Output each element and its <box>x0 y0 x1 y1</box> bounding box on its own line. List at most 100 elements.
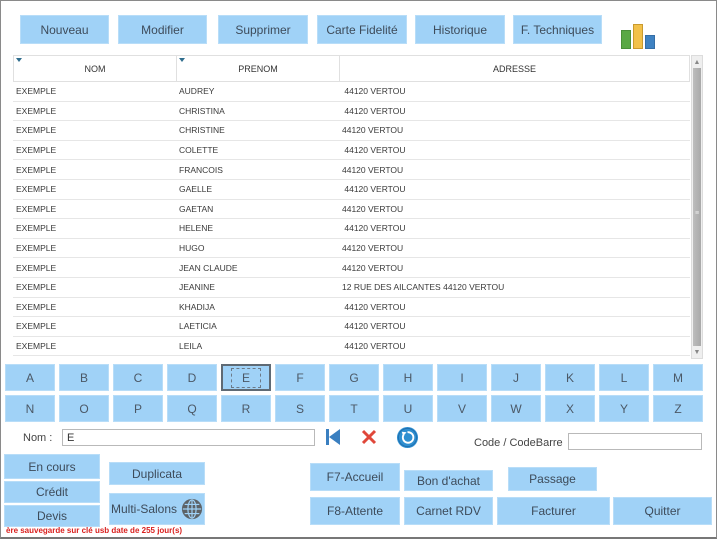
letter-button-r[interactable]: R <box>221 395 271 422</box>
skip-to-first-icon[interactable] <box>325 428 341 446</box>
clear-icon[interactable] <box>360 428 378 446</box>
table-scrollbar[interactable]: ▲ ≡ ▼ <box>691 55 703 359</box>
cell-prenom: JEANINE <box>179 282 215 293</box>
table-row[interactable]: EXEMPLE HELENE 44120 VERTOU <box>13 219 690 239</box>
devis-label: Devis <box>36 509 67 523</box>
cell-adresse: 44120 VERTOU <box>342 184 406 195</box>
nom-input[interactable] <box>62 429 315 446</box>
letter-label: O <box>79 401 89 416</box>
cell-nom: EXEMPLE <box>16 145 57 156</box>
cell-prenom: LAETICIA <box>179 321 217 332</box>
letter-button-t[interactable]: T <box>329 395 379 422</box>
table-row[interactable]: EXEMPLE GAELLE 44120 VERTOU <box>13 180 690 200</box>
duplicata-button[interactable]: Duplicata <box>109 462 205 485</box>
letter-button-h[interactable]: H <box>383 364 433 391</box>
letter-button-x[interactable]: X <box>545 395 595 422</box>
scroll-thumb[interactable] <box>693 68 701 346</box>
table-row[interactable]: EXEMPLE HUGO 44120 VERTOU <box>13 239 690 259</box>
quitter-button[interactable]: Quitter <box>613 497 712 525</box>
modifier-button[interactable]: Modifier <box>118 15 207 44</box>
cell-prenom: LEILA <box>179 341 203 352</box>
facturer-button[interactable]: Facturer <box>497 497 610 525</box>
table-row[interactable]: EXEMPLE FRANCOIS 44120 VERTOU <box>13 160 690 180</box>
column-header-nom[interactable]: NOM <box>14 56 177 81</box>
client-table: NOM PRENOM ADRESSE EXEMPLE AUDREY 44120 V… <box>13 55 690 359</box>
f-techniques-button[interactable]: F. Techniques <box>513 15 602 44</box>
table-row[interactable]: EXEMPLE JEAN CLAUDE 44120 VERTOU <box>13 258 690 278</box>
letter-button-n[interactable]: N <box>5 395 55 422</box>
letter-button-s[interactable]: S <box>275 395 325 422</box>
letter-button-y[interactable]: Y <box>599 395 649 422</box>
table-row[interactable]: EXEMPLE GAETAN 44120 VERTOU <box>13 200 690 220</box>
letter-button-w[interactable]: W <box>491 395 541 422</box>
nouveau-button[interactable]: Nouveau <box>20 15 109 44</box>
sort-indicator-icon <box>16 58 22 62</box>
cell-adresse: 44120 VERTOU <box>342 125 404 136</box>
letter-button-m[interactable]: M <box>653 364 703 391</box>
letter-button-d[interactable]: D <box>167 364 217 391</box>
table-row[interactable]: EXEMPLE KHADIJA 44120 VERTOU <box>13 298 690 318</box>
letter-button-z[interactable]: Z <box>653 395 703 422</box>
cell-prenom: HUGO <box>179 243 205 254</box>
table-row[interactable]: EXEMPLE COLETTE 44120 VERTOU <box>13 141 690 161</box>
table-row[interactable]: EXEMPLE JEANINE 12 RUE DES AILCANTES 44120… <box>13 278 690 298</box>
historique-button[interactable]: Historique <box>415 15 505 44</box>
scroll-down-icon[interactable]: ▼ <box>692 346 702 358</box>
letter-button-k[interactable]: K <box>545 364 595 391</box>
cell-nom: EXEMPLE <box>16 243 57 254</box>
letter-label: D <box>187 370 197 385</box>
cell-adresse: 44120 VERTOU <box>342 243 404 254</box>
cell-adresse: 44120 VERTOU <box>342 203 404 214</box>
f8-attente-button[interactable]: F8-Attente <box>310 497 400 525</box>
letter-button-u[interactable]: U <box>383 395 433 422</box>
modifier-label: Modifier <box>141 22 184 37</box>
en-cours-button[interactable]: En cours <box>4 454 100 479</box>
credit-label: Crédit <box>35 485 68 499</box>
supprimer-button[interactable]: Supprimer <box>218 15 308 44</box>
table-row[interactable]: EXEMPLE LAETICIA 44120 VERTOU <box>13 317 690 337</box>
cell-nom: EXEMPLE <box>16 105 57 116</box>
letter-button-c[interactable]: C <box>113 364 163 391</box>
letter-button-v[interactable]: V <box>437 395 487 422</box>
letter-button-a[interactable]: A <box>5 364 55 391</box>
table-row[interactable]: EXEMPLE LEILA 44120 VERTOU <box>13 337 690 357</box>
multi-salons-button[interactable]: Multi-Salons <box>109 493 205 525</box>
column-header-adresse[interactable]: ADRESSE <box>340 56 689 81</box>
table-row[interactable]: EXEMPLE CHRISTINA 44120 VERTOU <box>13 102 690 122</box>
cell-adresse: 44120 VERTOU <box>342 164 404 175</box>
code-barre-input[interactable] <box>568 433 702 450</box>
refresh-icon[interactable] <box>396 426 419 449</box>
carte-fidelite-button[interactable]: Carte Fidelité <box>317 15 407 44</box>
letter-label: T <box>350 401 358 416</box>
carnet-rdv-button[interactable]: Carnet RDV <box>404 497 493 525</box>
passage-button[interactable]: Passage <box>508 467 597 491</box>
f7-accueil-button[interactable]: F7-Accueil <box>310 463 400 491</box>
credit-button[interactable]: Crédit <box>4 481 100 503</box>
bar-chart-icon[interactable] <box>620 21 658 49</box>
letter-button-p[interactable]: P <box>113 395 163 422</box>
letter-button-j[interactable]: J <box>491 364 541 391</box>
devis-button[interactable]: Devis <box>4 505 100 527</box>
cell-prenom: CHRISTINE <box>179 125 225 136</box>
carte-fidelite-label: Carte Fidelité <box>326 22 398 37</box>
letter-button-i[interactable]: I <box>437 364 487 391</box>
letter-button-e[interactable]: E <box>221 364 271 391</box>
en-cours-label: En cours <box>28 459 76 474</box>
letter-button-b[interactable]: B <box>59 364 109 391</box>
column-header-prenom[interactable]: PRENOM <box>177 56 340 81</box>
cell-nom: EXEMPLE <box>16 301 57 312</box>
letter-button-q[interactable]: Q <box>167 395 217 422</box>
column-header-adresse-label: ADRESSE <box>492 63 536 74</box>
letter-button-g[interactable]: G <box>329 364 379 391</box>
table-row[interactable]: EXEMPLE CHRISTINE 44120 VERTOU <box>13 121 690 141</box>
facturer-label: Facturer <box>531 504 576 518</box>
letter-button-o[interactable]: O <box>59 395 109 422</box>
letter-button-l[interactable]: L <box>599 364 649 391</box>
bon-achat-button[interactable]: Bon d'achat <box>404 470 493 491</box>
scroll-up-icon[interactable]: ▲ <box>692 56 702 68</box>
carnet-rdv-label: Carnet RDV <box>416 504 481 518</box>
letter-button-f[interactable]: F <box>275 364 325 391</box>
code-label: Code / CodeBarre <box>474 437 563 449</box>
table-row[interactable]: EXEMPLE AUDREY 44120 VERTOU <box>13 82 690 102</box>
cell-prenom: HELENE <box>179 223 214 234</box>
